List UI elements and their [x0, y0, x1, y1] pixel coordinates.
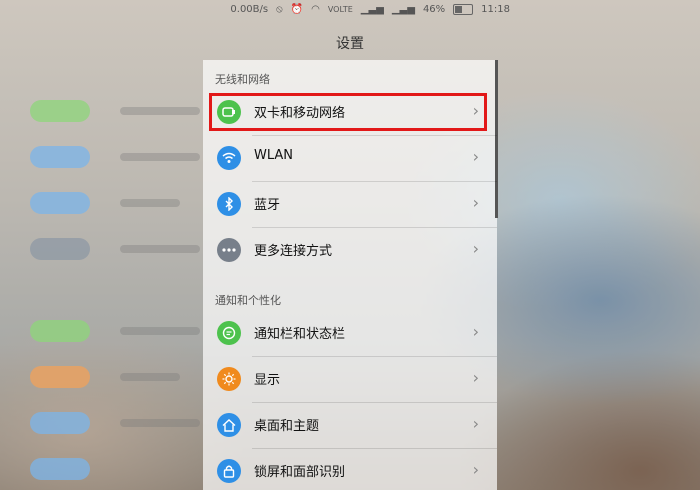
blurred-ghost-icon — [30, 412, 90, 434]
alarm-icon: ⏰ — [290, 4, 304, 15]
lock-icon — [217, 459, 241, 483]
blurred-ghost-text — [120, 419, 200, 427]
chevron-right-icon: › — [472, 368, 479, 387]
settings-item-home-theme[interactable]: 桌面和主题 › — [203, 403, 497, 447]
status-icons: 0.00B/s ⦸ ⏰ ◠ VOLTE ▁▃▅ ▁▃▅ 46% 11:18 — [230, 4, 510, 15]
signal-icon: ▁▃▅ — [360, 4, 384, 15]
signal-icon-2: ▁▃▅ — [391, 4, 415, 15]
blurred-ghost-text — [120, 199, 180, 207]
clock: 11:18 — [481, 4, 510, 15]
section-title-wireless: 无线和网络 — [215, 73, 270, 86]
settings-item-label: 显示 — [254, 373, 281, 388]
settings-item-label: WLAN — [254, 148, 294, 163]
settings-item-notification-bar[interactable]: 通知栏和状态栏 › — [203, 311, 497, 355]
display-icon — [217, 367, 241, 391]
page-title: 设置 — [336, 36, 364, 52]
chevron-right-icon: › — [472, 239, 479, 258]
blurred-ghost-text — [120, 107, 200, 115]
settings-item-label: 锁屏和面部识别 — [254, 465, 346, 480]
volte-badge: VOLTE — [327, 5, 353, 14]
settings-item-label: 通知栏和状态栏 — [254, 327, 346, 342]
settings-item-bluetooth[interactable]: 蓝牙 › — [203, 182, 497, 226]
chevron-right-icon: › — [472, 322, 479, 341]
blurred-ghost-text — [120, 373, 180, 381]
section-title-notifications: 通知和个性化 — [215, 294, 281, 307]
settings-item-wlan[interactable]: WLAN › — [203, 136, 497, 180]
blurred-ghost-text — [120, 153, 200, 161]
wifi-icon — [217, 146, 241, 170]
highlight-box — [209, 93, 487, 131]
settings-item-label: 更多连接方式 — [254, 244, 333, 259]
blurred-ghost-icon — [30, 320, 90, 342]
chevron-right-icon: › — [472, 460, 479, 479]
wifi-status-icon: ◠ — [311, 4, 320, 15]
battery-icon — [453, 4, 474, 15]
chevron-right-icon: › — [472, 147, 479, 166]
chevron-right-icon: › — [472, 193, 479, 212]
blurred-ghost-text — [120, 327, 200, 335]
more-icon — [217, 238, 241, 262]
blurred-ghost-icon — [30, 100, 90, 122]
notification-icon — [217, 321, 241, 345]
battery-percent: 46% — [422, 4, 446, 15]
blurred-ghost-icon — [30, 458, 90, 480]
status-bar: 0.00B/s ⦸ ⏰ ◠ VOLTE ▁▃▅ ▁▃▅ 46% 11:18 — [0, 0, 700, 22]
settings-item-label: 蓝牙 — [254, 198, 281, 213]
home-icon — [217, 413, 241, 437]
chevron-right-icon: › — [472, 414, 479, 433]
settings-item-lock-screen[interactable]: 锁屏和面部识别 › — [203, 449, 497, 493]
settings-item-label: 桌面和主题 — [254, 419, 320, 434]
blurred-ghost-text — [120, 245, 200, 253]
blurred-ghost-icon — [30, 366, 90, 388]
network-speed: 0.00B/s — [230, 4, 269, 15]
blurred-ghost-icon — [30, 146, 90, 168]
bluetooth-icon — [217, 192, 241, 216]
settings-item-display[interactable]: 显示 › — [203, 357, 497, 401]
blurred-ghost-icon — [30, 192, 90, 214]
blurred-ghost-icon — [30, 238, 90, 260]
settings-item-more-connections[interactable]: 更多连接方式 › — [203, 228, 497, 272]
alarm-off-icon: ⦸ — [276, 4, 283, 15]
